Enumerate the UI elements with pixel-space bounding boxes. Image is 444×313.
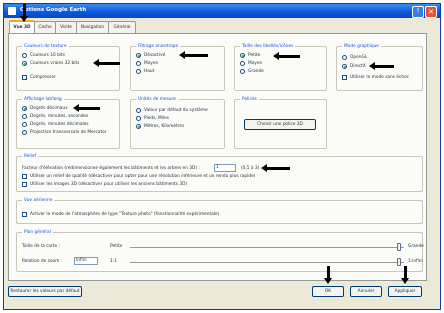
annotation-arrow-tab bbox=[20, 4, 28, 22]
radio-label: Mètres, Kilomètres bbox=[144, 124, 185, 129]
tab-visite[interactable]: Visite bbox=[55, 21, 77, 33]
group-title: Polices bbox=[240, 97, 259, 102]
radio-large[interactable] bbox=[240, 69, 245, 74]
ok-button[interactable]: OK bbox=[312, 286, 344, 297]
annotation-arrow-ok bbox=[324, 266, 332, 284]
radio-label: Valeur par défaut du système bbox=[144, 108, 208, 113]
map-size-slider-track[interactable] bbox=[130, 247, 404, 248]
elevation-label: Facteur d'élévation (redimensionne égale… bbox=[22, 166, 200, 171]
radio-label: Moyen bbox=[248, 61, 263, 66]
checkbox-label: Compresser bbox=[30, 75, 56, 80]
radio-directx[interactable] bbox=[342, 64, 347, 69]
elevation-input[interactable]: 1 bbox=[214, 164, 236, 172]
group-overview-map: Plan général bbox=[16, 230, 423, 272]
group-title: Unités de mesure bbox=[136, 97, 178, 102]
radio-system-default[interactable] bbox=[136, 108, 141, 113]
app-icon bbox=[8, 7, 16, 15]
close-icon[interactable]: ✕ bbox=[425, 6, 437, 18]
group-title: Relief bbox=[22, 154, 38, 159]
radio-label: Haut bbox=[144, 69, 155, 74]
zoom-ratio-input[interactable]: Infini bbox=[74, 257, 98, 265]
radio-high[interactable] bbox=[136, 69, 141, 74]
radio-decimal-minutes[interactable] bbox=[22, 122, 27, 127]
radio-label: Couleurs 16 bits bbox=[30, 53, 65, 58]
group-title: Taille des libellés/icônes bbox=[240, 44, 296, 49]
annotation-arrow-decimal bbox=[73, 104, 100, 112]
radio-label: DirectX bbox=[350, 64, 366, 69]
radio-label: Degrés, minutes, secondes bbox=[30, 114, 89, 119]
map-size-slider-thumb[interactable] bbox=[396, 243, 401, 251]
radio-dms[interactable] bbox=[22, 114, 27, 119]
restore-defaults-button[interactable]: Restaurer les valeurs par défaut bbox=[8, 286, 82, 297]
tab-navigation[interactable]: Navigation bbox=[76, 21, 109, 33]
radio-disabled[interactable] bbox=[136, 53, 141, 58]
map-size-label: Taille de la carte : bbox=[22, 244, 60, 249]
group-title: Affichage lat/long bbox=[22, 97, 64, 102]
annotation-arrow-apply bbox=[401, 266, 409, 284]
choose-3d-font-button[interactable]: Choisir une police 3D bbox=[244, 119, 316, 130]
zoom-ratio-label: Relation de zoom : bbox=[22, 259, 63, 264]
zoom-ratio-slider-track[interactable] bbox=[130, 262, 404, 263]
radio-label: Degrés, minutes décimales bbox=[30, 122, 89, 127]
radio-label: Degrés décimaux bbox=[30, 106, 68, 111]
radio-label: Projection transversale de Mercator bbox=[30, 130, 107, 135]
radio-32-bits[interactable] bbox=[22, 61, 27, 66]
group-title: Vue aérienne bbox=[22, 198, 55, 203]
cancel-button[interactable]: Annuler bbox=[350, 286, 382, 297]
help-icon[interactable]: ? bbox=[412, 6, 424, 18]
checkbox-hq-terrain[interactable] bbox=[22, 174, 27, 179]
radio-medium-size[interactable] bbox=[240, 61, 245, 66]
radio-decimal-degrees[interactable] bbox=[22, 106, 27, 111]
radio-label: Petite bbox=[248, 53, 261, 58]
checkbox-label: Utiliser les images 3D (désactiver pour … bbox=[30, 182, 188, 187]
checkbox-label: Activer le mode de l'atmosphère de type … bbox=[30, 212, 220, 217]
zoom-min: 1:1 bbox=[110, 259, 117, 264]
window-title: Options Google Earth bbox=[20, 7, 87, 13]
tab-cache[interactable]: Cache bbox=[34, 21, 56, 33]
zoom-max: 1:infini bbox=[408, 259, 423, 264]
radio-label: Pieds, Miles bbox=[144, 116, 170, 121]
radio-label: OpenGL bbox=[350, 55, 368, 60]
checkbox-compress[interactable] bbox=[22, 75, 27, 80]
checkbox-photo-atmosphere[interactable] bbox=[22, 212, 27, 217]
elevation-range: (0,5 à 3) bbox=[241, 166, 260, 171]
annotation-arrow-small bbox=[273, 52, 300, 60]
map-size-min: Petite bbox=[110, 244, 123, 249]
annotation-arrow-32-bits bbox=[93, 59, 120, 67]
radio-opengl[interactable] bbox=[342, 55, 347, 60]
apply-button[interactable]: Appliquer bbox=[388, 286, 422, 297]
checkbox-safe-mode[interactable] bbox=[342, 75, 347, 80]
radio-small[interactable] bbox=[240, 53, 245, 58]
group-title: Mode graphique bbox=[342, 44, 381, 49]
radio-label: Désactivé bbox=[144, 53, 166, 58]
checkbox-3d-imagery[interactable] bbox=[22, 182, 27, 187]
radio-utm[interactable] bbox=[22, 130, 27, 135]
group-title: Filtrage anisotrope bbox=[136, 44, 181, 49]
radio-label: Grande bbox=[248, 69, 264, 74]
tab-vue-3d[interactable]: Vue 3D bbox=[9, 20, 35, 34]
annotation-arrow-elevation bbox=[261, 164, 290, 172]
checkbox-label: Utiliser le mode sans échec bbox=[350, 75, 410, 80]
map-size-max: Grande bbox=[408, 244, 424, 249]
radio-label: Moyen bbox=[144, 61, 159, 66]
radio-16-bits[interactable] bbox=[22, 53, 27, 58]
radio-label: Couleurs vraies 32 bits bbox=[30, 61, 80, 66]
tab-general[interactable]: Général bbox=[108, 21, 136, 33]
annotation-arrow-directx bbox=[369, 62, 394, 70]
checkbox-label: Utiliser un relief de qualité (désactive… bbox=[30, 174, 256, 179]
group-title: Couleurs de texture bbox=[22, 44, 69, 49]
radio-meters-km[interactable] bbox=[136, 124, 141, 129]
zoom-ratio-slider-thumb[interactable] bbox=[396, 258, 401, 266]
title-bar[interactable]: Options Google Earth ? ✕ bbox=[4, 4, 440, 18]
radio-medium[interactable] bbox=[136, 61, 141, 66]
group-title: Plan général bbox=[22, 230, 53, 235]
annotation-arrow-disabled bbox=[179, 51, 208, 59]
radio-feet-miles[interactable] bbox=[136, 116, 141, 121]
